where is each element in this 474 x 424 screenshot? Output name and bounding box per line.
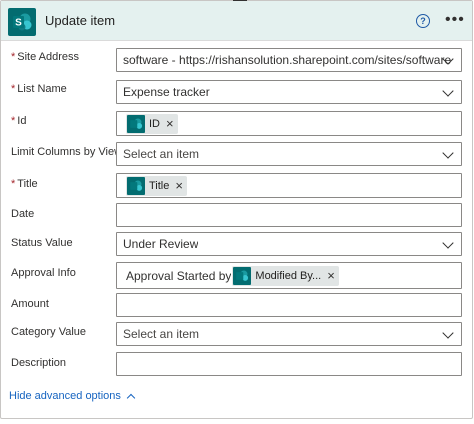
category-value-label: Category Value bbox=[11, 326, 87, 338]
chevron-down-icon bbox=[442, 237, 454, 249]
id-field[interactable]: ID × bbox=[116, 111, 462, 136]
required-marker: * bbox=[11, 83, 16, 95]
approval-info-label: Approval Info bbox=[11, 267, 76, 279]
site-address-label: * Site Address bbox=[11, 51, 80, 63]
more-options-icon[interactable]: ••• bbox=[445, 12, 465, 28]
svg-text:S: S bbox=[15, 18, 22, 29]
limit-columns-label: Limit Columns by View bbox=[11, 146, 123, 158]
list-name-value: Expense tracker bbox=[123, 85, 210, 99]
category-value-placeholder: Select an item bbox=[123, 327, 200, 341]
dynamic-content-token[interactable]: ID × bbox=[126, 113, 178, 134]
sharepoint-icon bbox=[127, 114, 145, 133]
status-value-label: Status Value bbox=[11, 237, 73, 249]
limit-columns-dropdown[interactable]: Select an item bbox=[116, 142, 462, 166]
action-header[interactable]: S Update item ? ••• bbox=[1, 1, 472, 41]
title-label: * Title bbox=[11, 178, 38, 190]
sharepoint-icon bbox=[233, 266, 252, 285]
id-label: * Id bbox=[11, 115, 27, 127]
remove-token-icon[interactable]: × bbox=[166, 117, 174, 130]
site-address-dropdown[interactable]: software - https://rishansolution.sharep… bbox=[116, 48, 462, 72]
chevron-down-icon bbox=[442, 85, 454, 97]
token-label: Title bbox=[149, 179, 170, 192]
title-field[interactable]: Title × bbox=[116, 173, 462, 198]
action-title: Update item bbox=[45, 13, 116, 28]
chevron-down-icon bbox=[442, 147, 454, 159]
approval-info-text: Approval Started by bbox=[126, 268, 232, 283]
site-address-value: software - https://rishansolution.sharep… bbox=[123, 53, 452, 67]
date-input[interactable] bbox=[116, 203, 462, 227]
sharepoint-icon bbox=[127, 176, 145, 195]
token-label: ID bbox=[149, 117, 160, 130]
required-marker: * bbox=[11, 115, 16, 127]
token-label: Modified By... bbox=[255, 269, 322, 282]
list-name-label: * List Name bbox=[11, 83, 67, 95]
status-value-value: Under Review bbox=[123, 237, 199, 251]
date-label: Date bbox=[11, 208, 35, 220]
required-marker: * bbox=[11, 178, 16, 190]
description-label: Description bbox=[11, 357, 67, 369]
hide-advanced-options-label: Hide advanced options bbox=[9, 390, 121, 402]
category-value-dropdown[interactable]: Select an item bbox=[116, 322, 462, 346]
chevron-up-icon bbox=[126, 393, 136, 402]
amount-label: Amount bbox=[11, 298, 49, 310]
approval-info-field[interactable]: Approval Started by Modified By... × bbox=[116, 262, 462, 289]
sharepoint-icon: S bbox=[8, 8, 36, 36]
dynamic-content-token[interactable]: Modified By... × bbox=[232, 265, 339, 286]
list-name-dropdown[interactable]: Expense tracker bbox=[116, 80, 462, 104]
remove-token-icon[interactable]: × bbox=[327, 269, 335, 282]
remove-token-icon[interactable]: × bbox=[175, 179, 183, 192]
help-icon[interactable]: ? bbox=[416, 14, 430, 28]
description-input[interactable] bbox=[116, 352, 462, 376]
status-value-dropdown[interactable]: Under Review bbox=[116, 232, 462, 256]
dynamic-content-token[interactable]: Title × bbox=[126, 175, 187, 196]
required-marker: * bbox=[11, 51, 16, 63]
amount-input[interactable] bbox=[116, 293, 462, 317]
limit-columns-placeholder: Select an item bbox=[123, 147, 200, 161]
chevron-down-icon bbox=[442, 327, 454, 339]
hide-advanced-options-link[interactable]: Hide advanced options bbox=[9, 390, 136, 402]
